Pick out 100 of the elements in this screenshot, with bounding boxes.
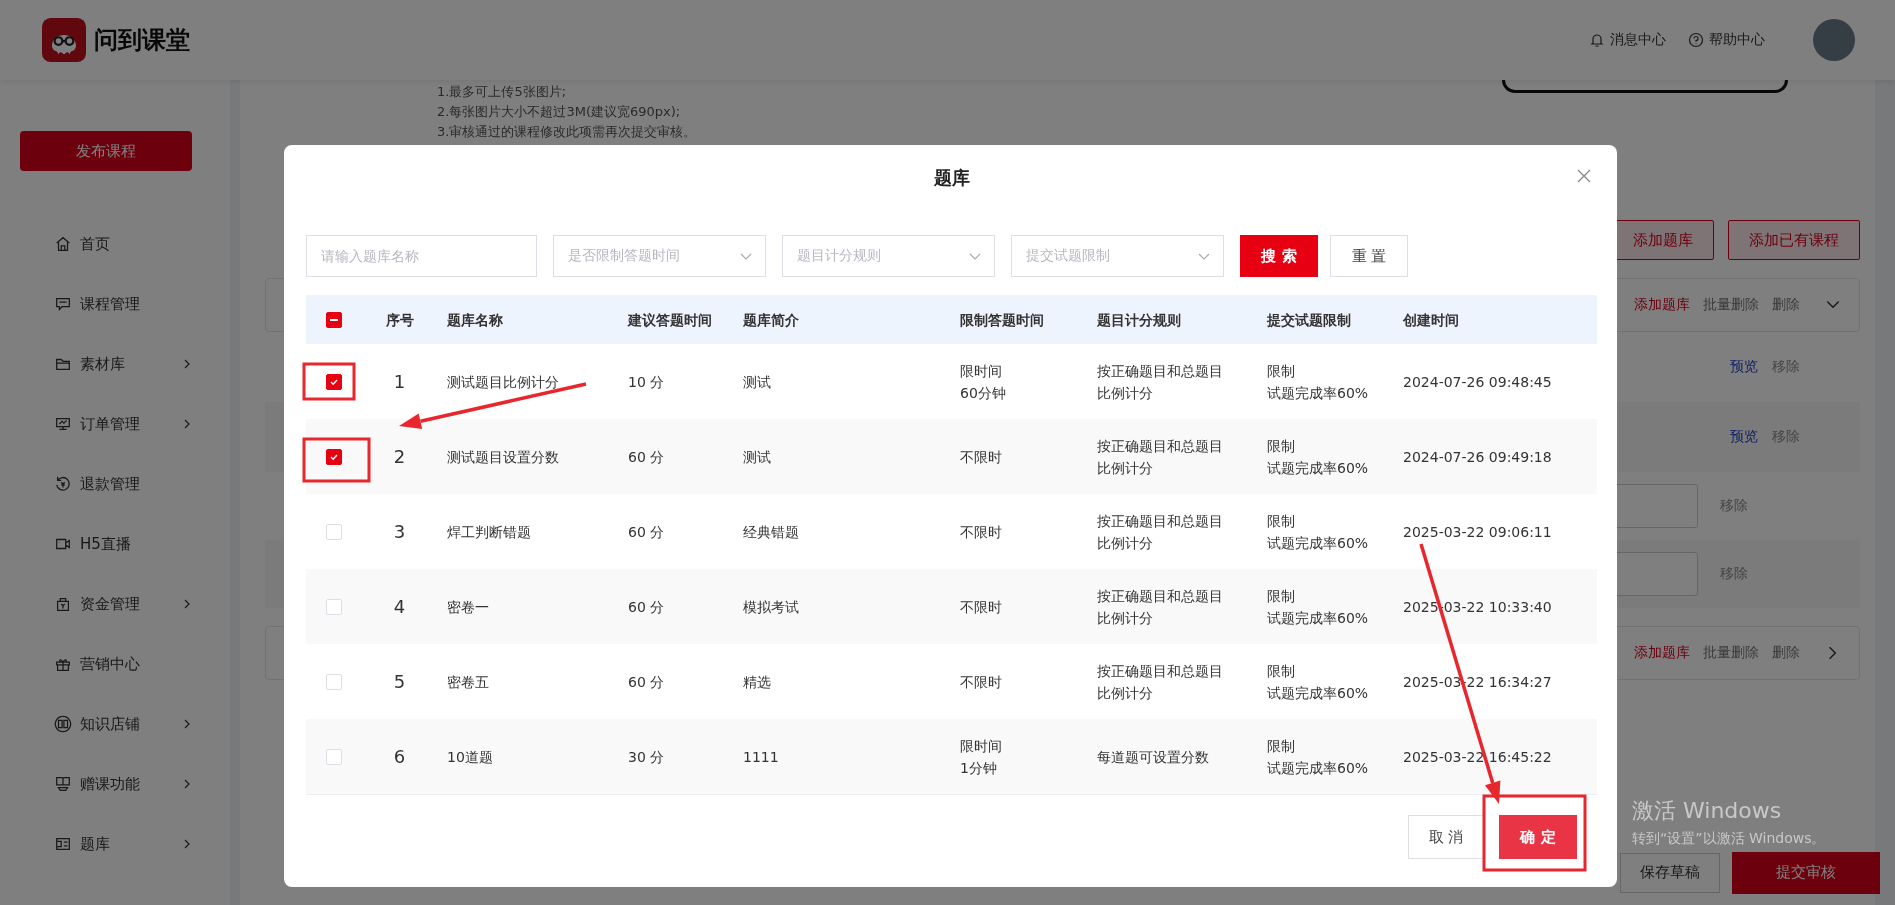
table-cell-text: 按正确题目和总题目 比例计分 — [1096, 436, 1224, 478]
table-cell-text: 2024-07-26 09:48:45 — [1402, 372, 1553, 392]
chevron-right-icon — [182, 719, 192, 729]
table-cell-text: 2025-03-22 09:06:11 — [1402, 522, 1553, 542]
section-action-link[interactable]: 批量删除 — [1703, 644, 1759, 662]
help-icon — [1688, 32, 1704, 48]
sidebar-item[interactable]: 订单管理 — [20, 394, 192, 454]
sidebar-item[interactable]: 赠课功能 — [20, 754, 192, 814]
cancel-button[interactable]: 取 消 — [1408, 815, 1484, 859]
table-cell-text: 经典错题 — [742, 522, 800, 542]
table-cell-text: 测试题目设置分数 — [446, 447, 560, 467]
table-cell-text: 10 分 — [627, 372, 666, 392]
column-header: 题库名称 — [446, 310, 504, 330]
filter-select[interactable]: 提交试题限制 — [1011, 235, 1224, 277]
table-cell-text: 按正确题目和总题目 比例计分 — [1096, 586, 1224, 628]
avatar[interactable] — [1813, 19, 1855, 61]
activation-notice-title: 激活 Windows — [1632, 797, 1783, 825]
bell-icon — [1589, 32, 1605, 48]
sidebar-item[interactable]: 知识店铺 — [20, 694, 192, 754]
table-cell-text: 不限时 — [959, 597, 1003, 617]
table-cell-text: 5 — [392, 670, 407, 693]
column-header: 创建时间 — [1402, 310, 1460, 330]
upload-note: 2.每张图片大小不超过3M(建议宽690px); — [437, 103, 682, 121]
table-cell-text: 6 — [392, 745, 407, 768]
section-action-link[interactable]: 批量删除 — [1703, 296, 1759, 314]
purse-icon — [54, 595, 72, 613]
chevron-right-icon — [182, 419, 192, 429]
search-button[interactable]: 搜 索 — [1240, 235, 1318, 277]
close-icon[interactable] — [1576, 168, 1592, 184]
preview-link[interactable]: 预览 — [1730, 428, 1758, 446]
column-header: 序号 — [384, 310, 415, 330]
table-cell-text: 焊工判断错题 — [446, 522, 532, 542]
sidebar-item[interactable]: 素材库 — [20, 334, 192, 394]
remove-link[interactable]: 移除 — [1720, 497, 1748, 515]
table-cell-text: 密卷五 — [446, 672, 490, 692]
reset-button[interactable]: 重 置 — [1330, 235, 1408, 277]
publish-course-button[interactable]: 发布课程 — [20, 131, 192, 171]
select-all-checkbox[interactable] — [326, 311, 342, 328]
table-cell-text: 限制 试题完成率60% — [1266, 661, 1370, 703]
header-link[interactable]: 帮助中心 — [1688, 31, 1765, 49]
table-cell-text: 按正确题目和总题目 比例计分 — [1096, 661, 1224, 703]
table-cell-text: 测试 — [742, 447, 772, 467]
table-cell-text: 限时间 1分钟 — [959, 736, 1003, 778]
chevron-right-icon — [182, 839, 192, 849]
table-cell-text: 限制 试题完成率60% — [1266, 436, 1370, 478]
octopus-logo-icon — [42, 18, 86, 62]
confirm-button[interactable]: 确 定 — [1499, 815, 1577, 859]
preview-link[interactable]: 预览 — [1730, 358, 1758, 376]
refund-icon — [54, 475, 72, 493]
chevron-right-icon — [182, 599, 192, 609]
filter-select[interactable]: 题目计分规则 — [782, 235, 995, 277]
table-cell-text: 3 — [392, 520, 407, 543]
sidebar-item[interactable]: 退款管理 — [20, 454, 192, 514]
annotation-box — [302, 362, 356, 401]
column-header: 限制答题时间 — [959, 310, 1045, 330]
upload-note: 3.审核通过的课程修改此项需再次提交审核。 — [437, 123, 697, 141]
save-draft-button[interactable]: 保存草稿 — [1620, 852, 1720, 893]
table-cell-text: 60 分 — [627, 672, 666, 692]
sidebar-item[interactable]: 首页 — [20, 214, 192, 274]
row-checkbox[interactable] — [326, 448, 342, 465]
table-cell-text: 1111 — [742, 747, 780, 767]
activation-notice-text: 转到“设置”以激活 Windows。 — [1632, 830, 1826, 848]
table-cell-text: 限制 试题完成率60% — [1266, 586, 1370, 628]
table-cell-text: 2024-07-26 09:49:18 — [1402, 447, 1553, 467]
dialog-title: 题库 — [933, 166, 970, 190]
table-cell-text: 60 分 — [627, 447, 666, 467]
sidebar-item[interactable]: 题库 — [20, 814, 192, 874]
filter-select[interactable]: 是否限制答题时间 — [553, 235, 766, 277]
table-cell-text: 按正确题目和总题目 比例计分 — [1096, 511, 1224, 553]
sidebar-item[interactable]: 资金管理 — [20, 574, 192, 634]
sidebar-item[interactable]: 营销中心 — [20, 634, 192, 694]
table-cell-text: 不限时 — [959, 522, 1003, 542]
table-cell-text: 不限时 — [959, 672, 1003, 692]
row-checkbox[interactable] — [326, 373, 342, 390]
book-stand-icon — [54, 775, 72, 793]
header-link[interactable]: 消息中心 — [1589, 31, 1666, 49]
table-cell-text: 限制 试题完成率60% — [1266, 736, 1370, 778]
section-action-link[interactable]: 添加题库 — [1634, 644, 1690, 662]
section-action-link[interactable]: 删除 — [1772, 296, 1800, 314]
home-icon — [54, 235, 72, 253]
table-cell-text: 限制 试题完成率60% — [1266, 511, 1370, 553]
remove-link[interactable]: 移除 — [1772, 358, 1800, 376]
name-search-field[interactable]: 请输入题库名称 — [306, 235, 537, 277]
section-action-link[interactable]: 删除 — [1772, 644, 1800, 662]
submit-review-button[interactable]: 提交审核 — [1732, 851, 1880, 894]
add-button[interactable]: 添加已有课程 — [1728, 220, 1860, 260]
table-cell-text: 4 — [392, 595, 407, 618]
brand-name: 问到课堂 — [94, 25, 190, 56]
monitor-icon — [54, 415, 72, 433]
table-cell-text: 模拟考试 — [742, 597, 800, 617]
annotation-box — [302, 437, 371, 483]
table-cell-text: 2025-03-22 16:45:22 — [1402, 747, 1553, 767]
column-header: 题目计分规则 — [1096, 310, 1182, 330]
table-cell-text: 60 分 — [627, 597, 666, 617]
sidebar-item[interactable]: 课程管理 — [20, 274, 192, 334]
column-header: 建议答题时间 — [626, 310, 713, 330]
sidebar-item[interactable]: H5直播 — [20, 514, 192, 574]
table-cell-text: 限制 试题完成率60% — [1266, 361, 1370, 403]
table-cell-text: 精选 — [742, 672, 772, 692]
section-action-link[interactable]: 添加题库 — [1634, 296, 1690, 314]
